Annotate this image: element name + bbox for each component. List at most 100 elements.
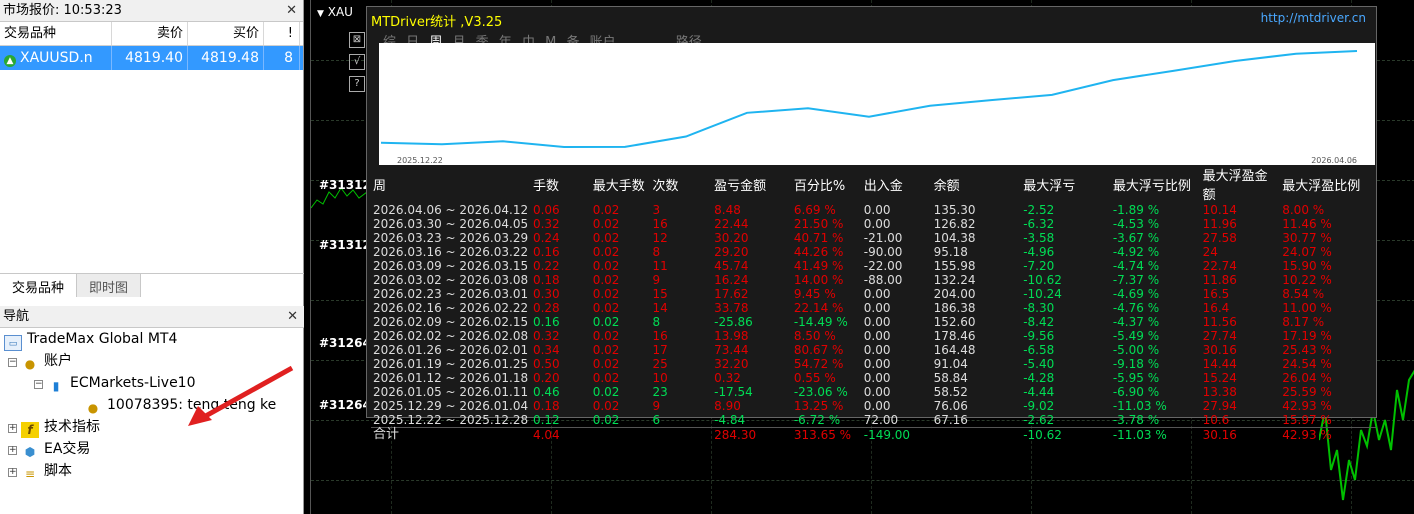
table-cell: 0.20 bbox=[532, 371, 560, 385]
table-row[interactable]: 2026.02.16 ~ 2026.02.22 0.28 0.02 14 33.78 22… bbox=[371, 301, 1376, 315]
table-cell: 10.6 bbox=[1202, 413, 1230, 427]
table-cell: 30.77 % bbox=[1282, 231, 1332, 245]
table-cell: 73.44 bbox=[714, 343, 749, 357]
total-cell bbox=[590, 427, 651, 442]
table-cell: -14.49 % bbox=[793, 315, 848, 329]
market-watch-header: 交易品种 卖价 买价 ! bbox=[0, 22, 303, 46]
table-cell: 44.26 % bbox=[793, 245, 844, 259]
collapse-icon[interactable]: − bbox=[8, 358, 17, 367]
table-cell: 8.48 bbox=[714, 203, 741, 217]
table-cell: 27.74 bbox=[1202, 329, 1237, 343]
table-cell: 9 bbox=[652, 273, 661, 287]
table-cell: 0.22 bbox=[532, 259, 560, 273]
table-cell: 16 bbox=[652, 217, 668, 231]
table-cell: 40.71 % bbox=[793, 231, 844, 245]
balance-curve bbox=[380, 50, 1358, 149]
table-row[interactable]: 2026.03.09 ~ 2026.03.15 0.22 0.02 11 45.74 41… bbox=[371, 259, 1376, 273]
column-header-symbol[interactable]: 交易品种 bbox=[0, 22, 112, 45]
table-row[interactable]: 2026.03.23 ~ 2026.03.29 0.24 0.02 12 30.20 40… bbox=[371, 231, 1376, 245]
table-cell: 155.98 bbox=[933, 259, 976, 273]
table-cell: 104.38 bbox=[933, 231, 976, 245]
table-cell: 21.50 % bbox=[793, 217, 844, 231]
expand-icon[interactable]: + bbox=[8, 424, 17, 433]
close-icon[interactable]: ✕ bbox=[286, 0, 297, 22]
table-cell: 2026.01.26 ~ 2026.02.01 bbox=[373, 343, 529, 357]
table-cell: 58.52 bbox=[933, 385, 968, 399]
table-cell: 6.69 % bbox=[793, 203, 836, 217]
table-cell: 17 bbox=[652, 343, 668, 357]
table-cell: -22.00 bbox=[863, 259, 903, 273]
table-cell: 0.16 bbox=[532, 245, 560, 259]
table-cell: 29.20 bbox=[714, 245, 749, 259]
table-row[interactable]: 2025.12.29 ~ 2026.01.04 0.18 0.02 9 8.90 13.2… bbox=[371, 399, 1376, 413]
table-row[interactable]: 2026.03.16 ~ 2026.03.22 0.16 0.02 8 29.20 44.… bbox=[371, 245, 1376, 259]
expand-icon[interactable]: + bbox=[8, 468, 17, 477]
weekly-stats-table: 周 手数 最大手数 次数 盈亏金额 百分比% 出入金 余额 最大浮亏 最大浮亏比… bbox=[371, 165, 1376, 442]
table-row[interactable]: 2026.04.06 ~ 2026.04.12 0.06 0.02 3 8.48 6.69… bbox=[371, 203, 1376, 217]
table-cell: 0.00 bbox=[863, 385, 891, 399]
table-cell: -9.18 % bbox=[1112, 357, 1160, 371]
table-row[interactable]: 2026.02.02 ~ 2026.02.08 0.32 0.02 16 13.98 8.… bbox=[371, 329, 1376, 343]
table-cell: 0.32 bbox=[714, 371, 741, 385]
navigator-title: 导航 bbox=[3, 309, 30, 324]
table-cell: -3.67 % bbox=[1112, 231, 1160, 245]
table-cell: 12 bbox=[652, 231, 668, 245]
table-cell: 2026.03.16 ~ 2026.03.22 bbox=[373, 245, 529, 259]
table-row[interactable]: 2026.02.09 ~ 2026.02.15 0.16 0.02 8 -25.86 -1… bbox=[371, 315, 1376, 329]
table-cell: 0.00 bbox=[863, 301, 891, 315]
table-row[interactable]: 2026.01.26 ~ 2026.02.01 0.34 0.02 17 73.44 80… bbox=[371, 343, 1376, 357]
collapse-icon[interactable]: − bbox=[34, 380, 43, 389]
table-cell: 15.24 bbox=[1202, 371, 1237, 385]
table-cell: -3.78 % bbox=[1112, 413, 1160, 427]
table-cell: 0.02 bbox=[592, 371, 620, 385]
table-cell: 0.02 bbox=[592, 413, 620, 427]
table-row[interactable]: 2026.01.19 ~ 2026.01.25 0.50 0.02 25 32.20 54… bbox=[371, 357, 1376, 371]
table-cell: 80.67 % bbox=[793, 343, 844, 357]
tab-symbols[interactable]: 交易品种 bbox=[0, 274, 78, 297]
table-cell: 0.02 bbox=[592, 203, 620, 217]
table-cell: -5.40 bbox=[1023, 357, 1055, 371]
tree-item-experts[interactable]: + ⬢ EA交易 bbox=[0, 438, 304, 460]
table-cell: 0.50 bbox=[532, 357, 560, 371]
pin-icon[interactable]: ⊠ bbox=[349, 32, 365, 48]
close-icon[interactable]: ✕ bbox=[287, 306, 298, 328]
column-header-spread[interactable]: ! bbox=[264, 22, 300, 45]
expand-icon[interactable]: + bbox=[8, 446, 17, 455]
market-watch-row[interactable]: ▲ XAUUSD.n 4819.40 4819.48 8 bbox=[0, 46, 303, 70]
column-header-ask[interactable]: 买价 bbox=[188, 22, 264, 45]
table-cell: 2026.01.05 ~ 2026.01.11 bbox=[373, 385, 529, 399]
table-cell: -8.30 bbox=[1023, 301, 1055, 315]
tree-item-scripts[interactable]: + ≡ 脚本 bbox=[0, 460, 304, 482]
column-header-bid[interactable]: 卖价 bbox=[112, 22, 188, 45]
table-cell: -10.24 bbox=[1023, 287, 1062, 301]
table-cell: 30.16 bbox=[1202, 343, 1237, 357]
table-cell: 8.54 % bbox=[1282, 287, 1325, 301]
table-cell: 13.38 bbox=[1202, 385, 1237, 399]
table-row[interactable]: 2026.03.02 ~ 2026.03.08 0.18 0.02 9 16.24 14.… bbox=[371, 273, 1376, 287]
table-row[interactable]: 2025.12.22 ~ 2025.12.28 0.12 0.02 6 -4.84 -6.… bbox=[371, 413, 1376, 428]
table-row[interactable]: 2026.02.23 ~ 2026.03.01 0.30 0.02 15 17.62 9.… bbox=[371, 287, 1376, 301]
table-cell: 8.17 % bbox=[1282, 315, 1325, 329]
mtdriver-link[interactable]: http://mtdriver.cn bbox=[1261, 11, 1366, 25]
tree-item-broker[interactable]: ▭ TradeMax Global MT4 bbox=[0, 328, 304, 351]
tab-tick-chart[interactable]: 即时图 bbox=[77, 274, 142, 297]
table-cell: -5.95 % bbox=[1112, 371, 1160, 385]
market-watch-title: 市场报价: 10:53:23 bbox=[3, 3, 122, 18]
table-cell: 0.00 bbox=[863, 371, 891, 385]
table-cell: 135.30 bbox=[933, 203, 976, 217]
table-cell: 164.48 bbox=[933, 343, 976, 357]
table-row[interactable]: 2026.01.05 ~ 2026.01.11 0.46 0.02 23 -17.54 -… bbox=[371, 385, 1376, 399]
table-cell: 22.44 bbox=[714, 217, 749, 231]
total-cell: 30.16 bbox=[1200, 427, 1281, 442]
table-cell: 16.24 bbox=[714, 273, 749, 287]
table-cell: 0.02 bbox=[592, 301, 620, 315]
table-cell: 0.46 bbox=[532, 385, 560, 399]
table-cell: -4.92 % bbox=[1112, 245, 1160, 259]
table-row[interactable]: 2026.01.12 ~ 2026.01.18 0.20 0.02 10 0.32 0.5… bbox=[371, 371, 1376, 385]
table-cell: 132.24 bbox=[933, 273, 976, 287]
table-row[interactable]: 2026.03.30 ~ 2026.04.05 0.32 0.02 16 22.44 21… bbox=[371, 217, 1376, 231]
check-icon[interactable]: √ bbox=[349, 54, 365, 70]
table-cell: 15.97 % bbox=[1282, 413, 1332, 427]
table-cell: 0.00 bbox=[863, 315, 891, 329]
help-icon[interactable]: ? bbox=[349, 76, 365, 92]
